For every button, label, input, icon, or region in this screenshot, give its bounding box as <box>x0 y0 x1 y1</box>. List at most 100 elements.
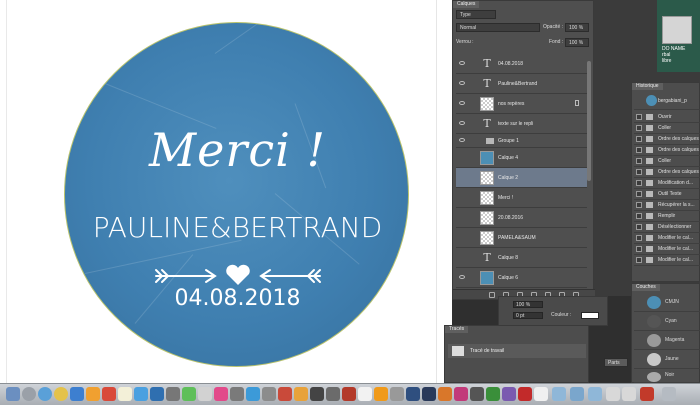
history-item[interactable]: Modification d... <box>634 178 700 189</box>
notes-icon[interactable] <box>118 387 132 401</box>
app-icon[interactable] <box>310 387 324 401</box>
path-row[interactable]: Tracé de travail <box>448 344 586 358</box>
checkbox[interactable] <box>636 191 642 197</box>
app-store-icon[interactable] <box>246 387 260 401</box>
parts-button[interactable]: Parts <box>604 358 628 367</box>
vlc-icon[interactable] <box>374 387 388 401</box>
eye-icon[interactable] <box>459 275 465 279</box>
layer-row[interactable]: T 04.08.2018 <box>456 54 587 74</box>
history-item[interactable]: Désélectionner <box>634 222 700 233</box>
link-icon[interactable] <box>489 292 495 298</box>
history-item[interactable]: Coller <box>634 156 700 167</box>
history-item[interactable]: Modifier le cal... <box>634 233 700 244</box>
eye-icon[interactable] <box>459 61 465 65</box>
checkbox[interactable] <box>636 257 642 263</box>
trash-icon[interactable] <box>662 387 676 401</box>
illustrator-icon[interactable] <box>438 387 452 401</box>
checkbox[interactable] <box>636 114 642 120</box>
document-icon[interactable] <box>606 387 620 401</box>
checkbox[interactable] <box>636 180 642 186</box>
app-icon[interactable] <box>390 387 404 401</box>
indesign-icon[interactable] <box>454 387 468 401</box>
channels-tab[interactable]: Couches <box>632 284 660 291</box>
history-snapshot[interactable]: bergabiani_p <box>634 92 700 110</box>
app-icon[interactable] <box>422 387 436 401</box>
mail-icon[interactable] <box>70 387 84 401</box>
eye-icon[interactable] <box>459 81 465 85</box>
layer-row[interactable]: T texte sur le repli <box>456 114 587 134</box>
contacts-icon[interactable] <box>86 387 100 401</box>
photos-icon[interactable] <box>198 387 212 401</box>
checkbox[interactable] <box>636 136 642 142</box>
app-icon[interactable] <box>326 387 340 401</box>
layer-row[interactable]: 20.08.2016 <box>456 208 587 228</box>
channel-row[interactable]: Noir <box>634 369 700 383</box>
layer-row[interactable]: Calque 6 <box>456 268 587 288</box>
layer-filter-select[interactable]: Type <box>456 10 496 19</box>
checkbox[interactable] <box>636 147 642 153</box>
channel-row[interactable]: Magenta <box>634 331 700 350</box>
checkbox[interactable] <box>636 224 642 230</box>
color-swatch[interactable] <box>581 312 599 319</box>
layer-row-selected[interactable]: Calque 2 <box>456 168 587 188</box>
document-icon[interactable] <box>622 387 636 401</box>
channel-row[interactable]: Jaune <box>634 350 700 369</box>
app-icon[interactable] <box>342 387 356 401</box>
channel-row[interactable]: CMJN <box>634 293 700 312</box>
layer-row[interactable]: T Pauline&Bertrand <box>456 74 587 94</box>
app-icon[interactable] <box>150 387 164 401</box>
app-icon[interactable] <box>230 387 244 401</box>
downloads-folder-icon[interactable] <box>588 387 602 401</box>
finder-icon[interactable] <box>6 387 20 401</box>
app-icon[interactable] <box>294 387 308 401</box>
app-icon[interactable] <box>278 387 292 401</box>
checkbox[interactable] <box>636 202 642 208</box>
history-item[interactable]: Remplir <box>634 211 700 222</box>
checkbox[interactable] <box>636 125 642 131</box>
history-item[interactable]: Récupérer la s... <box>634 200 700 211</box>
folder-icon[interactable] <box>552 387 566 401</box>
eye-icon[interactable] <box>459 121 465 125</box>
history-item[interactable]: Modifier le cal... <box>634 255 700 266</box>
layer-row[interactable]: PAMELA&SAUM <box>456 228 587 248</box>
checkbox[interactable] <box>636 169 642 175</box>
history-item[interactable]: Ordre des calques <box>634 134 700 145</box>
checkbox[interactable] <box>636 213 642 219</box>
history-tab[interactable]: Historique <box>632 83 663 90</box>
layer-row[interactable]: Calque 4 <box>456 148 587 168</box>
history-item[interactable]: Modifier le cal... <box>634 244 700 255</box>
app-icon[interactable] <box>358 387 372 401</box>
acrobat-icon[interactable] <box>518 387 532 401</box>
history-item[interactable]: Ouvrir <box>634 112 700 123</box>
launchpad-icon[interactable] <box>22 387 36 401</box>
folder-icon[interactable] <box>570 387 584 401</box>
document-canvas[interactable]: Merci ! PAULINE&BERTRAND 04.08.2018 <box>0 0 452 383</box>
app-icon[interactable] <box>166 387 180 401</box>
checkbox[interactable] <box>636 158 642 164</box>
checkbox[interactable] <box>636 246 642 252</box>
app-icon[interactable] <box>470 387 484 401</box>
opacity-input[interactable]: 100 % <box>565 23 589 32</box>
photoshop-icon[interactable] <box>406 387 420 401</box>
channel-row[interactable]: Cyan <box>634 312 700 331</box>
layers-scrollbar[interactable] <box>587 61 591 181</box>
app-icon[interactable] <box>486 387 500 401</box>
pdf-icon[interactable] <box>640 387 654 401</box>
history-item[interactable]: Outil Texte <box>634 189 700 200</box>
history-item[interactable]: Ordre des calques <box>634 145 700 156</box>
app-icon[interactable] <box>502 387 516 401</box>
offset-field[interactable]: 0 pt <box>513 312 543 319</box>
itunes-icon[interactable] <box>214 387 228 401</box>
eye-icon[interactable] <box>459 101 465 105</box>
paths-tab[interactable]: Tracés <box>445 326 469 333</box>
chrome-icon[interactable] <box>54 387 68 401</box>
desktop-file-thumbnail[interactable] <box>662 16 692 44</box>
eye-icon[interactable] <box>459 138 465 142</box>
history-item[interactable]: Coller <box>634 123 700 134</box>
merci-card-circle[interactable]: Merci ! PAULINE&BERTRAND 04.08.2018 <box>64 22 409 367</box>
checkbox[interactable] <box>636 235 642 241</box>
layer-row[interactable]: nos repères <box>456 94 587 114</box>
layer-row[interactable]: Merci ! <box>456 188 587 208</box>
zoom-field[interactable]: 100 % <box>513 301 543 308</box>
app-icon[interactable] <box>534 387 548 401</box>
